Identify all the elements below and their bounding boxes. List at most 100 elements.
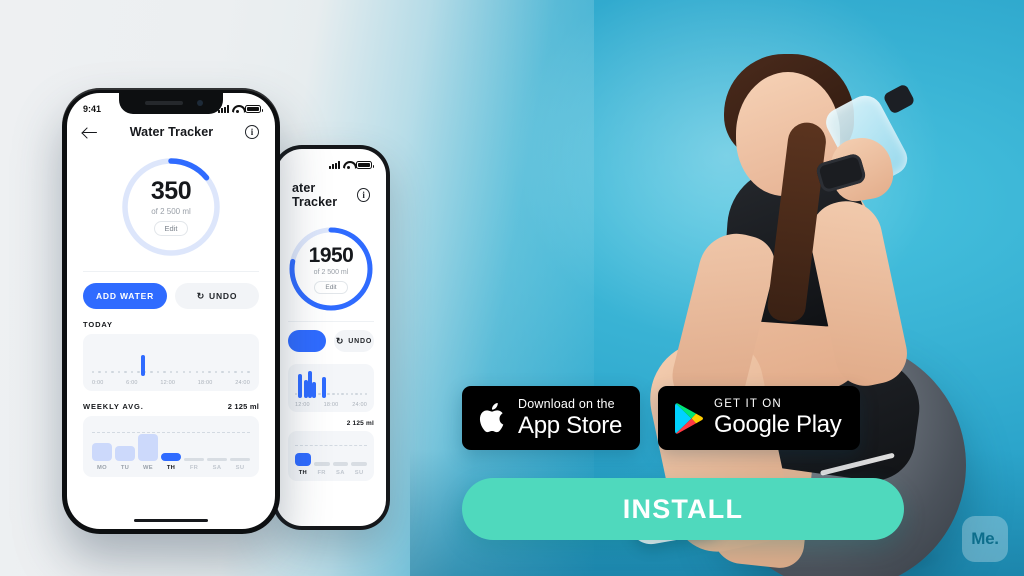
- status-bar-secondary: [276, 149, 386, 175]
- refresh-icon: ↻: [196, 290, 206, 301]
- weekly-bar-column: SU: [230, 424, 250, 471]
- weekly-day-label: SU: [235, 465, 245, 471]
- weekly-bar: [92, 443, 112, 461]
- weekly-bar: [207, 457, 227, 461]
- weekly-bar: [351, 461, 367, 466]
- store-badges: Download on the App Store GET IT ON Goog…: [462, 386, 860, 450]
- refresh-icon: ↻: [335, 335, 345, 346]
- water-goal: of 2 500 ml: [151, 206, 191, 216]
- water-amount-secondary: 1950: [308, 243, 354, 267]
- google-play-line2: Google Play: [714, 411, 842, 439]
- progress-ring-secondary-wrap: 1950 of 2 500 ml Edit: [276, 225, 386, 313]
- battery-icon: [356, 161, 374, 169]
- home-indicator: [134, 518, 208, 522]
- info-icon[interactable]: i: [357, 188, 370, 202]
- water-goal-secondary: of 2 500 ml: [313, 268, 349, 276]
- weekly-day-label: TH: [166, 465, 176, 471]
- weekly-header-secondary: 2 125 ml: [276, 412, 386, 431]
- weekly-bar: [161, 452, 181, 461]
- weekly-bar-column: TH: [295, 437, 311, 476]
- weekly-bar: [115, 446, 135, 461]
- today-tick-label: 12:00: [160, 380, 176, 386]
- google-play-line1: GET IT ON: [714, 397, 782, 410]
- water-progress-ring-secondary: 1950 of 2 500 ml Edit: [287, 225, 375, 313]
- water-progress-ring: 350 of 2 500 ml Edit: [119, 155, 223, 259]
- add-water-button-secondary[interactable]: [288, 330, 326, 352]
- today-heading: TODAY: [83, 320, 113, 329]
- weekly-day-label: MO: [97, 465, 107, 471]
- google-play-badge[interactable]: GET IT ON Google Play: [658, 386, 860, 450]
- weekly-avg-value-secondary: 2 125 ml: [346, 420, 374, 427]
- brand-logo: Me.: [962, 516, 1008, 562]
- ad-creative: ater Tracker i 1950 of 2 500 ml Edit ↻ U…: [0, 0, 1024, 576]
- weekly-bar-column: TU: [115, 424, 135, 471]
- phone-mockup-primary: 9:41 Water Tracker i 350 of 2 500 ml Edi…: [62, 88, 280, 534]
- back-arrow-icon[interactable]: [83, 126, 98, 139]
- weekly-day-label: SU: [354, 470, 364, 476]
- bottle-cap: [882, 83, 916, 115]
- weekly-bar-column: SA: [332, 437, 349, 476]
- today-chart-bars-secondary: [295, 364, 367, 398]
- weekly-day-label: WE: [143, 465, 153, 471]
- today-tick-label: 0:00: [92, 380, 104, 386]
- water-amount: 350: [150, 176, 192, 205]
- today-bar: [297, 374, 302, 398]
- weekly-bar: [295, 452, 311, 466]
- weekly-bar: [230, 457, 250, 461]
- speaker-grille: [145, 101, 183, 105]
- action-buttons: ADD WATER ↻ UNDO: [67, 272, 275, 309]
- weekly-bar-column: SA: [207, 424, 227, 471]
- weekly-bar: [184, 457, 204, 461]
- undo-button-secondary[interactable]: ↻ UNDO: [334, 330, 374, 352]
- today-chart-bars: [92, 342, 250, 376]
- today-tick-label: 24:00: [352, 402, 367, 408]
- phone-notch: [119, 93, 223, 114]
- weekly-heading: WEEKLY AVG.: [83, 402, 144, 411]
- wifi-icon: [343, 161, 353, 169]
- today-chart-labels: 0:00 6:00 12:00 18:00 24:00: [92, 380, 250, 386]
- app-store-line1: Download on the: [518, 397, 615, 412]
- today-tick-label: 6:00: [126, 380, 138, 386]
- add-water-button[interactable]: ADD WATER: [83, 283, 167, 309]
- today-tick-label: 12:00: [295, 402, 310, 408]
- weekly-chart: MO TU WE TH FR SA SU: [92, 424, 250, 472]
- weekly-bar-column: SU: [351, 437, 367, 476]
- wifi-icon: [232, 105, 242, 113]
- front-camera: [197, 100, 203, 106]
- weekly-bar-column: MO: [92, 424, 112, 471]
- today-chart-card-secondary: 12:00 18:00 24:00: [288, 364, 374, 412]
- today-tick-label: 18:00: [323, 402, 339, 408]
- weekly-header: WEEKLY AVG. 2 125 ml: [67, 391, 275, 416]
- weekly-chart-card: MO TU WE TH FR SA SU: [83, 416, 259, 477]
- app-header-secondary: ater Tracker i: [276, 175, 386, 219]
- weekly-bar-column: FR: [313, 437, 330, 476]
- app-store-line2: App Store: [518, 411, 623, 439]
- today-bar: [322, 376, 327, 398]
- app-store-badge[interactable]: Download on the App Store: [462, 386, 641, 450]
- weekly-day-label: SA: [336, 470, 345, 476]
- page-title-secondary: ater Tracker: [292, 181, 338, 209]
- edit-button-secondary[interactable]: Edit: [314, 280, 348, 294]
- weekly-day-label: TH: [298, 470, 308, 476]
- weekly-day-label: FR: [317, 470, 326, 476]
- weekly-chart-card-secondary: TH FR SA SU: [288, 431, 374, 481]
- google-play-logo-icon: [674, 402, 704, 435]
- today-header: TODAY: [67, 309, 275, 334]
- install-button[interactable]: INSTALL: [462, 478, 904, 540]
- weekly-bar-column: WE: [138, 424, 158, 471]
- weekly-bar: [138, 434, 158, 461]
- page-title: Water Tracker: [129, 125, 214, 139]
- weekly-bar: [332, 461, 349, 466]
- undo-button[interactable]: ↻ UNDO: [175, 283, 259, 309]
- today-tick-label: 24:00: [235, 380, 250, 386]
- today-chart-labels-secondary: 12:00 18:00 24:00: [295, 402, 367, 408]
- undo-label: UNDO: [209, 291, 238, 301]
- info-icon[interactable]: i: [245, 125, 259, 139]
- today-chart: 0:00 6:00 12:00 18:00 24:00: [92, 342, 250, 386]
- today-chart-secondary: 12:00 18:00 24:00: [295, 370, 367, 408]
- battery-icon: [245, 105, 263, 113]
- action-buttons-secondary: ↻ UNDO: [276, 322, 386, 352]
- progress-ring-wrap: 350 of 2 500 ml Edit: [67, 155, 275, 259]
- edit-button[interactable]: Edit: [153, 220, 189, 236]
- phone-mockup-secondary: ater Tracker i 1950 of 2 500 ml Edit ↻ U…: [272, 145, 390, 530]
